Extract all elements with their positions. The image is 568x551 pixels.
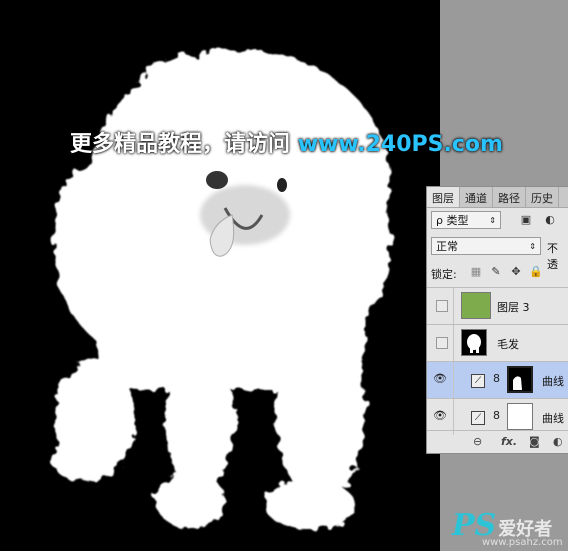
filter-type-select[interactable]: ρ 类型 ⇕ bbox=[431, 211, 501, 229]
layer-thumbnail bbox=[461, 292, 491, 319]
layer-mask-thumbnail[interactable] bbox=[507, 366, 533, 393]
dog-silhouette-icon bbox=[467, 334, 481, 353]
layer-row[interactable]: 毛发 bbox=[427, 324, 568, 361]
lock-label: 锁定: bbox=[431, 268, 457, 281]
layer-thumbnail bbox=[461, 329, 487, 356]
dog-image bbox=[52, 50, 390, 530]
divider bbox=[453, 288, 454, 324]
layers-panel: 图层 通道 路径 历史 ρ 类型 ⇕ ▣ ◐ 正常 ⇕ 不透 锁定: ▦ ✎ ✥… bbox=[426, 186, 568, 454]
tab-layers[interactable]: 图层 bbox=[427, 187, 460, 207]
image-filter-icon[interactable]: ▣ bbox=[519, 213, 533, 227]
layer-mask-thumbnail[interactable] bbox=[507, 403, 533, 430]
eye-icon[interactable]: 👁 bbox=[433, 409, 447, 422]
blend-mode-select[interactable]: 正常 ⇕ bbox=[431, 237, 541, 255]
adjustment-filter-icon[interactable]: ◐ bbox=[543, 213, 557, 227]
panel-bottom-bar: ⊖ fx. ◙ ◐ bbox=[427, 430, 568, 453]
lock-brush-icon[interactable]: ✎ bbox=[489, 265, 503, 279]
curves-adjustment-icon: ⟋ bbox=[471, 374, 485, 388]
blend-mode-value: 正常 bbox=[436, 240, 458, 253]
mask-icon[interactable]: ◙ bbox=[529, 435, 540, 448]
chevron-updown-icon: ⇕ bbox=[489, 216, 496, 225]
watermark-text: 更多精品教程，请访问 bbox=[70, 132, 291, 157]
lock-icon[interactable]: 🔒 bbox=[529, 265, 543, 279]
visibility-toggle[interactable] bbox=[436, 300, 448, 312]
adjustment-icon[interactable]: ◐ bbox=[553, 435, 563, 448]
layer-name[interactable]: 毛发 bbox=[497, 336, 519, 352]
chain-link-icon[interactable]: 8 bbox=[493, 372, 500, 385]
chain-link-icon[interactable]: 8 bbox=[493, 409, 500, 422]
visibility-toggle[interactable] bbox=[436, 337, 448, 349]
layer-name[interactable]: 曲线 bbox=[542, 410, 564, 426]
lock-move-icon[interactable]: ✥ bbox=[509, 265, 523, 279]
curves-adjustment-icon: ⟋ bbox=[471, 411, 485, 425]
document-canvas[interactable] bbox=[0, 0, 440, 551]
lock-row: 锁定: ▦ ✎ ✥ 🔒 bbox=[427, 260, 568, 286]
layer-name[interactable]: 图层 3 bbox=[497, 299, 530, 315]
link-icon[interactable]: ⊖ bbox=[473, 435, 482, 448]
tab-channels[interactable]: 通道 bbox=[460, 187, 493, 207]
mask-shape-icon bbox=[513, 376, 522, 390]
filter-row: ρ 类型 ⇕ ▣ ◐ bbox=[427, 208, 568, 234]
watermark-banner: 更多精品教程，请访问 www.240PS.com bbox=[70, 126, 503, 158]
layers-list: 图层 3 毛发 👁 ⟋ 8 曲线 👁 ⟋ 8 曲线 bbox=[427, 287, 568, 435]
filter-type-value: ρ 类型 bbox=[436, 214, 469, 227]
blend-row: 正常 ⇕ 不透 bbox=[427, 234, 568, 271]
layer-row-selected[interactable]: 👁 ⟋ 8 曲线 bbox=[427, 361, 568, 398]
tab-history[interactable]: 历史 bbox=[526, 187, 559, 207]
layer-name[interactable]: 曲线 bbox=[542, 373, 564, 389]
layer-row[interactable]: 图层 3 bbox=[427, 287, 568, 324]
lock-transparency-icon[interactable]: ▦ bbox=[469, 265, 483, 279]
watermark-url: www.240PS.com bbox=[297, 132, 503, 157]
chevron-updown-icon: ⇕ bbox=[529, 242, 536, 251]
eye-icon[interactable]: 👁 bbox=[433, 372, 447, 385]
fx-icon[interactable]: fx. bbox=[501, 435, 517, 448]
tab-paths[interactable]: 路径 bbox=[493, 187, 526, 207]
panel-tabs: 图层 通道 路径 历史 bbox=[427, 187, 568, 208]
logo-url: www.psahz.com bbox=[482, 537, 563, 548]
divider bbox=[453, 325, 454, 361]
divider bbox=[453, 362, 454, 398]
